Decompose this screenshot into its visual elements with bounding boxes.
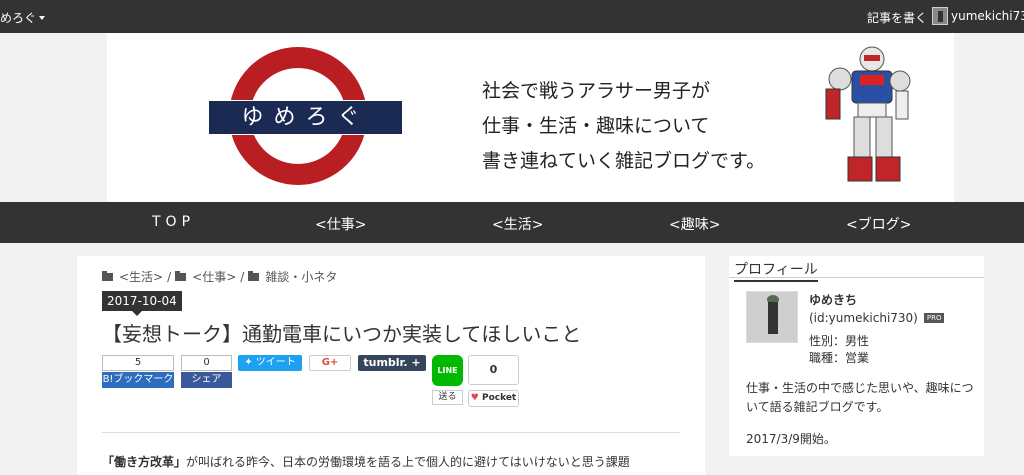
facebook-share-button[interactable]: 0 シェア xyxy=(181,355,232,388)
tweet-button[interactable]: ✦ ツイート xyxy=(238,355,302,371)
profile-description: 仕事・生活の中で感じた思いや、趣味について語る雑記ブログです。 xyxy=(746,381,974,414)
global-nav: TOP <仕事> <生活> <趣味> <ブログ> xyxy=(0,202,1024,243)
nav-item-work[interactable]: <仕事> xyxy=(315,214,366,234)
tweet-label: ツイート xyxy=(255,357,296,368)
profile-sex: 性別：男性 xyxy=(809,334,870,348)
folder-icon xyxy=(175,270,187,281)
google-plus-button[interactable]: G+ xyxy=(309,355,351,371)
pocket-count: 0 xyxy=(468,355,519,385)
tagline-line: 書き連ねていく雑記ブログです。 xyxy=(482,150,766,172)
excerpt-text: が叫ばれる昨今、日本の労働環境を語る上で個人的に避けてはいけないと思う課題 xyxy=(186,455,630,469)
divider xyxy=(102,432,680,433)
tagline-line: 社会で戦うアラサー男子が xyxy=(482,80,711,102)
article-date[interactable]: 2017-10-04 xyxy=(102,291,182,316)
folder-icon xyxy=(248,270,260,281)
profile-id[interactable]: (id:yumekichi730) xyxy=(809,311,918,325)
facebook-label: シェア xyxy=(181,372,232,388)
category-link[interactable]: 雑談・小ネタ xyxy=(265,268,337,285)
profile-name[interactable]: ゆめきち xyxy=(809,291,857,308)
nav-item-hobby[interactable]: <趣味> xyxy=(669,214,720,234)
pocket-button[interactable]: ♥ Pocket xyxy=(468,390,519,407)
divider xyxy=(729,277,984,278)
user-avatar-icon xyxy=(932,7,948,25)
line-icon[interactable]: LINE xyxy=(432,355,463,386)
pocket-icon: ♥ xyxy=(470,393,479,403)
article-excerpt: 「働き方改革」が叫ばれる昨今、日本の労働環境を語る上で個人的に避けてはいけないと… xyxy=(102,453,630,470)
tagline-line: 仕事・生活・趣味について xyxy=(482,115,710,137)
article-title[interactable]: 【妄想トーク】通勤電車にいつか実装してほしいこと xyxy=(102,318,581,347)
logo-text: ゆめろぐ xyxy=(208,100,403,135)
blog-header[interactable]: ゆめろぐ 社会で戦うアラサー男子が 仕事・生活・趣味について 書き連ねていく雑記… xyxy=(107,33,954,202)
profile-heading: プロフィール xyxy=(734,259,818,282)
profile-id-row: (id:yumekichi730) PRO xyxy=(809,311,945,325)
category-list: <生活> / <仕事> / 雑談・小ネタ xyxy=(102,268,337,285)
hatena-count: 5 xyxy=(102,355,174,371)
chevron-down-icon xyxy=(39,15,46,20)
article-card: <生活> / <仕事> / 雑談・小ネタ 2017-10-04 【妄想トーク】通… xyxy=(77,256,705,475)
profile-job: 職種：営業 xyxy=(809,351,870,365)
profile-start-date: 2017/3/9開始。 xyxy=(746,432,836,446)
excerpt-keyword: 「働き方改革」 xyxy=(102,455,187,469)
profile-avatar[interactable] xyxy=(746,291,798,343)
folder-icon xyxy=(102,270,113,281)
nav-item-top[interactable]: TOP xyxy=(152,214,195,230)
nav-item-blog[interactable]: <ブログ> xyxy=(846,214,911,234)
pocket-label: Pocket xyxy=(481,393,517,403)
robot-illustration xyxy=(825,46,911,182)
category-link[interactable]: <生活> xyxy=(119,268,163,285)
blog-menu[interactable]: めろぐ xyxy=(0,9,46,26)
line-send-button[interactable]: 送る xyxy=(432,390,463,405)
top-bar: めろぐ 記事を書く yumekichi730 xyxy=(0,0,1024,33)
blog-tagline: 社会で戦うアラサー男子が 仕事・生活・趣味について 書き連ねていく雑記ブログです… xyxy=(482,74,765,179)
blog-name: めろぐ xyxy=(0,11,37,25)
pro-badge: PRO xyxy=(923,313,945,323)
category-link[interactable]: <仕事> xyxy=(192,268,236,285)
facebook-count: 0 xyxy=(181,355,232,371)
write-article-link[interactable]: 記事を書く xyxy=(867,9,927,26)
user-menu[interactable]: yumekichi730 xyxy=(932,7,1024,25)
username: yumekichi730 xyxy=(951,9,1024,23)
profile-widget: プロフィール ゆめきち (id:yumekichi730) PRO 性別：男性 … xyxy=(729,256,984,456)
tumblr-button[interactable]: tumblr. + xyxy=(358,355,426,371)
nav-item-life[interactable]: <生活> xyxy=(492,214,543,234)
hatena-bookmark-button[interactable]: 5 B!ブックマーク xyxy=(102,355,174,388)
hatena-label: B!ブックマーク xyxy=(102,372,174,388)
twitter-icon: ✦ xyxy=(244,357,256,368)
